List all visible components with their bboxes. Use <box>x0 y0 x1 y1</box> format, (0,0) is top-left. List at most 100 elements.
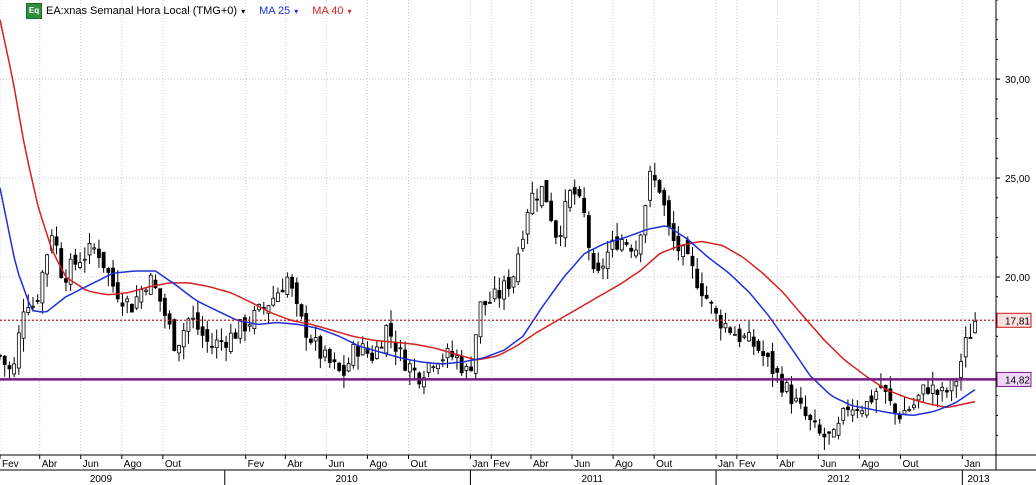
candle-body <box>676 235 681 252</box>
year-label: 2009 <box>90 474 113 485</box>
candle-body <box>605 251 610 269</box>
candle-body <box>172 319 177 352</box>
candle-body <box>685 239 690 255</box>
candle-body <box>681 245 685 258</box>
candle-body <box>59 248 64 278</box>
candle-body <box>714 307 718 314</box>
candle-body <box>106 268 111 273</box>
price-axis-label: 20,00 <box>1005 273 1030 284</box>
candle-body <box>167 313 172 325</box>
ma25-caret-icon[interactable]: ▾ <box>294 7 298 16</box>
candle-body <box>732 333 737 336</box>
candle-body <box>780 373 784 393</box>
candle-body <box>45 254 50 275</box>
symbol-caret-icon[interactable]: ▾ <box>241 7 245 16</box>
time-axis-label: Jan <box>718 459 734 470</box>
candle-body <box>765 352 770 358</box>
candle-body <box>233 332 238 339</box>
candle-body <box>822 433 827 438</box>
candle-body <box>855 408 860 412</box>
candle-body <box>836 422 841 436</box>
candle-body <box>228 332 233 352</box>
candle-body <box>153 279 158 289</box>
candle-body <box>455 355 459 358</box>
candle-body <box>195 312 200 330</box>
candle-body <box>224 341 229 348</box>
candle-body <box>426 362 431 373</box>
candle-body <box>756 340 761 351</box>
candle-body <box>139 289 144 303</box>
candle-body <box>120 302 125 307</box>
candle-body <box>323 349 327 358</box>
candle-body <box>667 200 671 227</box>
candle-body <box>968 337 973 339</box>
candle-body <box>619 239 624 251</box>
ma25-label[interactable]: MA 25 <box>259 5 290 17</box>
candle-body <box>728 327 733 333</box>
candle-body <box>817 424 822 434</box>
candle-body <box>16 332 21 369</box>
chart-legend: Eq EA:xnas Semanal Hora Local (TMG+0) ▾ M… <box>26 3 351 19</box>
candle-body <box>568 190 572 208</box>
candle-body <box>181 330 186 348</box>
candle-body <box>944 390 949 393</box>
candle-body <box>775 368 780 373</box>
candle-body <box>341 365 346 376</box>
candle-body <box>549 200 554 221</box>
time-axis-label: Jan <box>472 459 488 470</box>
candle-body <box>54 236 59 246</box>
candle-body <box>247 324 252 327</box>
candle-body <box>35 300 40 302</box>
candle-body <box>784 382 789 392</box>
candle-body <box>407 363 412 373</box>
time-axis-label: Abr <box>533 459 549 470</box>
candle-body <box>577 189 582 197</box>
candle-body <box>374 346 379 359</box>
candle-body <box>351 344 356 366</box>
candle-body <box>638 234 643 255</box>
candle-body <box>469 366 473 372</box>
candle-body <box>440 359 445 362</box>
candle-body <box>742 335 747 338</box>
candle-body <box>973 320 978 334</box>
candle-body <box>911 404 916 409</box>
candle-body <box>478 301 483 338</box>
candle-body <box>704 294 709 299</box>
candle-body <box>285 276 290 295</box>
candle-body <box>101 251 106 269</box>
symbol-title[interactable]: EA:xnas Semanal Hora Local (TMG+0) <box>46 5 237 17</box>
candle-body <box>893 403 897 413</box>
candle-body <box>299 304 304 317</box>
candle-body <box>874 391 879 400</box>
candle-body <box>111 267 115 287</box>
candle-body <box>521 238 525 249</box>
last-price-price-label: 17,81 <box>1005 316 1030 327</box>
candle-body <box>808 414 813 421</box>
time-axis-label: Jun <box>820 459 836 470</box>
candle-body <box>148 274 153 295</box>
candle-body <box>473 334 478 374</box>
candle-body <box>916 394 921 401</box>
time-axis-label: Jun <box>83 459 99 470</box>
candle-body <box>695 268 700 289</box>
candle-body <box>634 249 638 257</box>
candle-body <box>384 325 389 354</box>
candle-body <box>40 271 45 304</box>
ma40-label[interactable]: MA 40 <box>312 5 343 17</box>
candle-body <box>379 346 384 349</box>
time-axis-label: Jan <box>964 459 980 470</box>
candle-body <box>346 363 351 372</box>
candle-body <box>459 355 464 374</box>
ma40-caret-icon[interactable]: ▾ <box>347 7 351 16</box>
candle-body <box>860 410 864 415</box>
candle-body <box>751 336 756 347</box>
chart-canvas: 20,00 25,00 30,00 17,81 14,82 Fev Abr Jun Ago Out… <box>0 0 1036 485</box>
candle-body <box>582 197 587 214</box>
candle-body <box>921 384 926 395</box>
candle-body <box>92 247 97 250</box>
candle-body <box>586 215 591 248</box>
candle-body <box>954 380 959 387</box>
time-axis-label: Fev <box>248 459 265 470</box>
time-axis-label: Jun <box>328 459 344 470</box>
candle-body <box>337 362 342 371</box>
